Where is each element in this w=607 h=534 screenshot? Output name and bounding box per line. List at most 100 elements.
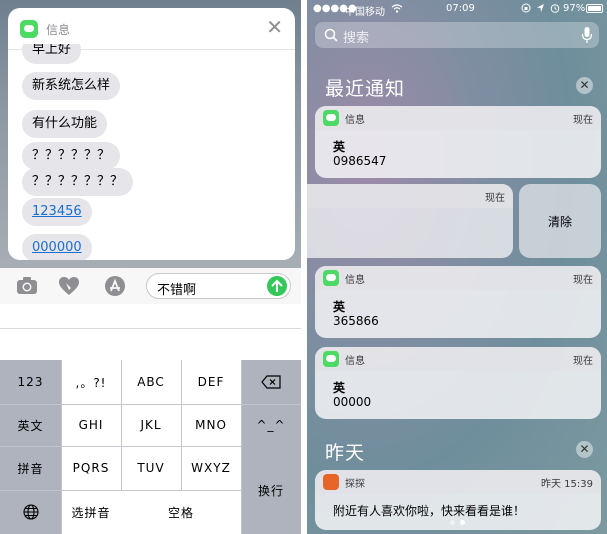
notification-card[interactable]: 信息 现在 英 0986547: [315, 106, 601, 178]
pinyin-keyboard: 123 英文 拼音 ,。?! ABC DEF GHI JKL MNO PQRS …: [0, 360, 301, 534]
microphone-icon[interactable]: [581, 26, 593, 44]
divider: [0, 328, 301, 329]
notification-card[interactable]: 信息 现在 英 00000: [315, 347, 601, 419]
notification-sender: 英: [333, 381, 346, 395]
screenshot-root: 信息 ✕ 早上好 新系统怎么样 有什么功能 ？？？？？？ ？？？？？？？ 123…: [0, 0, 607, 534]
message-bubble: 有什么功能: [22, 110, 108, 138]
page-dot-active: [460, 520, 465, 525]
message-bubble: 早上好: [22, 44, 82, 64]
send-button[interactable]: [267, 276, 287, 296]
notification-body: 附近有人喜欢你啦，快来看看是谁！: [333, 504, 526, 518]
divider: [61, 360, 62, 534]
clear-recent-icon[interactable]: ✕: [576, 77, 593, 94]
message-input-value: 不错啊: [157, 283, 197, 298]
notification-sender: 英: [333, 140, 346, 154]
key-mno[interactable]: MNO: [181, 404, 241, 446]
notification-app: 信息: [345, 356, 365, 367]
key-english[interactable]: 英文: [0, 404, 61, 446]
search-input[interactable]: 搜索: [315, 22, 599, 48]
key-pqrs[interactable]: PQRS: [61, 446, 121, 490]
notification-sender: 英: [333, 300, 346, 314]
divider: [241, 360, 242, 534]
search-placeholder: 搜索: [343, 31, 370, 46]
divider: [0, 490, 241, 491]
notification-card[interactable]: 信息 现在 英 365866: [315, 266, 601, 338]
swiped-notification-card[interactable]: 现在: [307, 184, 513, 258]
message-link-bubble[interactable]: 000000: [22, 234, 92, 260]
notification-time: 现在: [573, 356, 593, 367]
notification-app: 探探: [345, 479, 365, 490]
notification-header: 信息 现在: [315, 347, 601, 371]
yesterday-title: 昨天: [325, 442, 366, 464]
page-dot: [450, 520, 455, 525]
battery-level: [588, 6, 601, 11]
key-ghi[interactable]: GHI: [61, 404, 121, 446]
message-link-bubble[interactable]: 123456: [22, 198, 92, 226]
backspace-icon: [261, 375, 281, 389]
search-icon: [324, 28, 338, 42]
page-indicator[interactable]: [307, 518, 607, 528]
delete-key[interactable]: [241, 360, 301, 404]
status-time: 07:09: [446, 3, 475, 14]
location-icon: [537, 4, 544, 12]
divider: [181, 360, 182, 490]
right-phone-screen: ●●●●● 中国移动 07:09 97% 搜索 最近通知 ✕ 信息 现在 英 0…: [307, 0, 607, 534]
message-thread[interactable]: 早上好 新系统怎么样 有什么功能 ？？？？？？ ？？？？？？？ 123456 0…: [8, 44, 295, 260]
key-abc[interactable]: ABC: [121, 360, 181, 404]
space-key[interactable]: 空格: [121, 490, 241, 534]
divider: [0, 404, 301, 405]
globe-icon: [22, 504, 39, 520]
clear-yesterday-icon[interactable]: ✕: [576, 441, 593, 458]
key-punctuation[interactable]: ,。?!: [61, 360, 121, 404]
return-key[interactable]: 换行: [241, 446, 301, 534]
notification-body: 00000: [333, 395, 372, 409]
messages-app-icon: [323, 110, 339, 126]
messages-app-icon: [20, 20, 38, 38]
key-select-pinyin[interactable]: 选拼音: [61, 490, 121, 534]
compose-bar: 不错啊: [0, 268, 301, 304]
key-pinyin[interactable]: 拼音: [0, 446, 61, 490]
key-123[interactable]: 123: [0, 360, 61, 404]
notification-app: 信息: [345, 115, 365, 126]
messages-app-icon: [323, 351, 339, 367]
app-store-icon[interactable]: [102, 276, 128, 296]
divider: [121, 360, 122, 490]
message-notification-card: 信息 ✕ 早上好 新系统怎么样 有什么功能 ？？？？？？ ？？？？？？？ 123…: [8, 8, 295, 260]
key-tuv[interactable]: TUV: [121, 446, 181, 490]
notification-time: 昨天 15:39: [541, 479, 593, 490]
close-icon[interactable]: ✕: [266, 17, 283, 37]
notification-header: 信息 现在: [315, 106, 601, 130]
carrier-name: 中国移动: [345, 7, 385, 18]
arrow-up-icon: [271, 279, 283, 292]
keyboard-candidate-area: [0, 304, 301, 360]
wifi-icon: [391, 4, 403, 13]
notification-time: 现在: [573, 275, 593, 286]
status-bar: ●●●●● 中国移动 07:09 97%: [307, 0, 607, 18]
message-input[interactable]: 不错啊: [146, 273, 291, 299]
notification-body: 365866: [333, 314, 379, 328]
clear-button[interactable]: 清除: [519, 184, 601, 258]
notification-time: 现在: [573, 115, 593, 126]
message-bubble: ？？？？？？: [22, 142, 121, 170]
alarm-icon: [550, 4, 560, 13]
emoji-key[interactable]: ^_^: [241, 404, 301, 446]
notification-header: 信息 现在: [315, 266, 601, 290]
notification-time: 现在: [485, 193, 505, 204]
tantan-fox-icon: [323, 474, 339, 490]
battery-icon: [586, 4, 603, 13]
key-jkl[interactable]: JKL: [121, 404, 181, 446]
camera-icon[interactable]: [16, 276, 38, 296]
globe-key[interactable]: [0, 490, 61, 534]
message-bubble: ？？？？？？？: [22, 168, 134, 196]
key-def[interactable]: DEF: [181, 360, 241, 404]
recent-notifications-title: 最近通知: [325, 78, 406, 100]
battery-percent: 97%: [563, 3, 586, 14]
notification-body: 0986547: [333, 154, 387, 168]
messages-app-icon: [323, 270, 339, 286]
notification-header: 探探 昨天 15:39: [315, 470, 601, 494]
key-wxyz[interactable]: WXYZ: [181, 446, 241, 490]
digital-touch-heart-icon[interactable]: [58, 276, 80, 296]
notification-app: 信息: [345, 275, 365, 286]
left-phone-screen: 信息 ✕ 早上好 新系统怎么样 有什么功能 ？？？？？？ ？？？？？？？ 123…: [0, 0, 301, 534]
notification-header: 现在: [307, 184, 513, 208]
